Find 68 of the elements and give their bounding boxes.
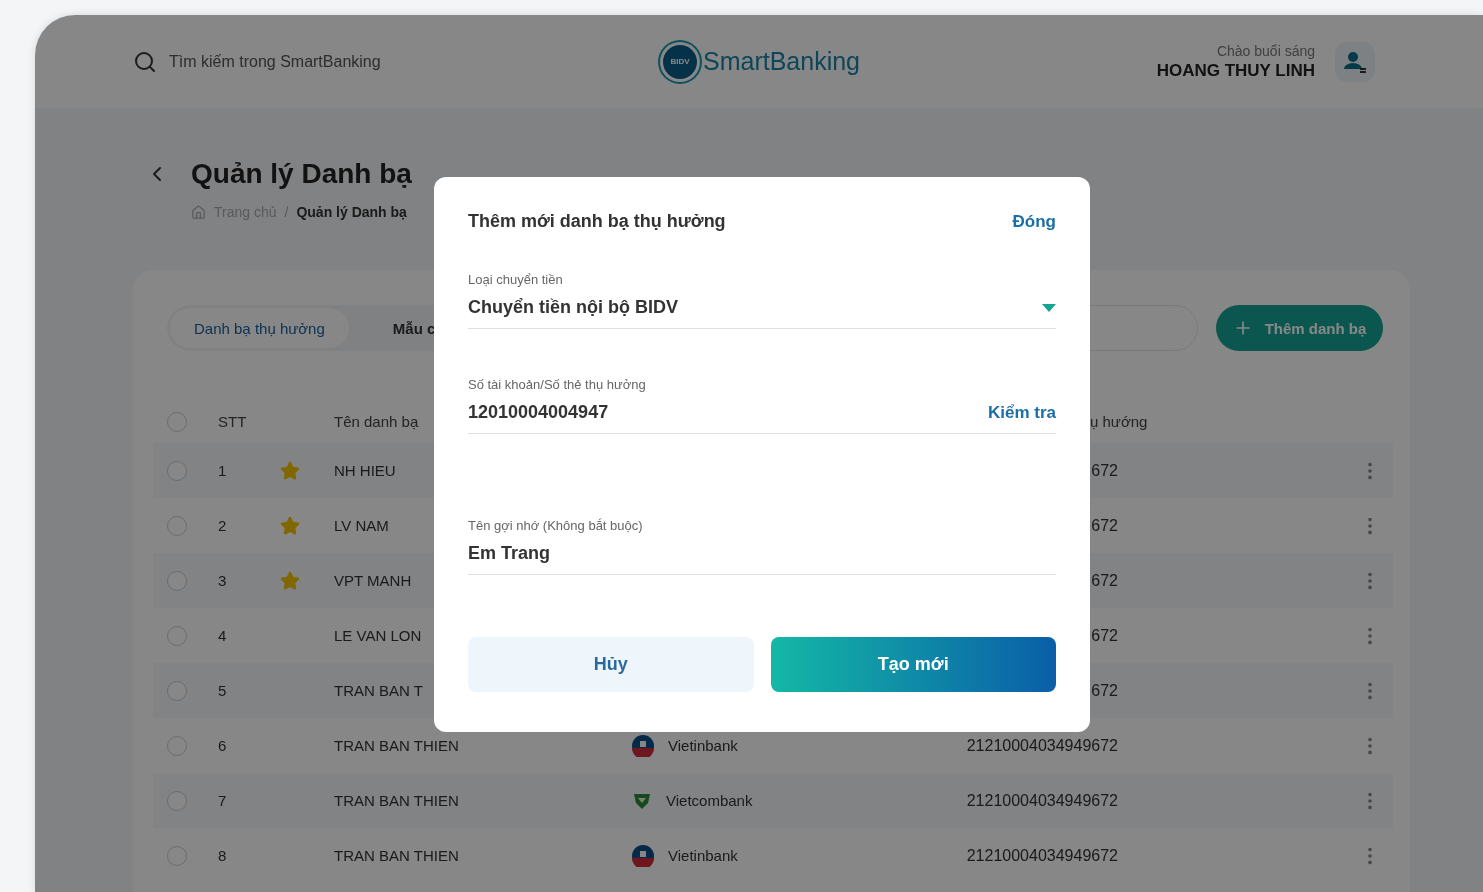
table-cell: 3 [218, 572, 227, 589]
row-checkbox[interactable] [167, 735, 187, 756]
table-cell: Vietinbank [668, 737, 738, 754]
check-link[interactable]: Kiểm tra [987, 402, 1056, 423]
table-cell: 21210004034949672 [966, 736, 1118, 755]
table-cell: 672 [1091, 626, 1118, 645]
table-cell: TRAN BAN THIEN [334, 792, 459, 809]
field-label: Số tài khoản/Số thẻ thụ hưởng [468, 377, 647, 392]
table-cell: 1 [218, 462, 227, 479]
table-cell: TRAN BAN THIEN [334, 737, 459, 754]
round-logo-icon [632, 734, 654, 757]
star-icon[interactable] [280, 570, 300, 591]
field-label: Tên gợi nhớ (Không bắt buộc) [468, 518, 644, 533]
table-cell: Vietinbank [668, 847, 738, 864]
round-logo-icon [632, 844, 654, 867]
greeting: Chào buổi sáng [1216, 42, 1315, 59]
star-icon[interactable] [280, 460, 300, 481]
row-checkbox[interactable] [167, 680, 187, 701]
breadcrumb-separator: / [284, 204, 289, 220]
input-field[interactable]: Em Trang [468, 543, 888, 564]
table-cell: 4 [218, 627, 227, 644]
table-cell: VPT MANH [334, 572, 412, 589]
table-cell: 672 [1091, 571, 1118, 590]
column-header: ụ hướng [1090, 413, 1148, 430]
field-label: Loại chuyển tiền [468, 272, 564, 287]
table-cell: 672 [1091, 461, 1118, 480]
logo-text: SmartBanking [703, 47, 861, 76]
user-avatar[interactable] [1335, 41, 1375, 82]
cancel-button[interactable]: Hủy [468, 637, 754, 692]
page-title: Quản lý Danh bạ [191, 158, 412, 190]
input-field[interactable]: 12010004004947 [468, 402, 888, 423]
row-checkbox[interactable] [167, 845, 187, 866]
dialog-title: Thêm mới danh bạ thụ hưởng [468, 211, 726, 232]
column-header: STT [218, 413, 247, 430]
table-cell: LV NAM [334, 517, 389, 534]
table-cell: 672 [1091, 516, 1118, 535]
table-cell: 6 [218, 737, 227, 754]
table-cell: TRAN BAN THIEN [334, 847, 459, 864]
user-name: HOANG THUY LINH [1156, 60, 1315, 81]
row-checkbox[interactable] [167, 460, 187, 481]
row-checkbox[interactable] [167, 515, 187, 536]
select-all-checkbox[interactable] [167, 411, 187, 432]
search-icon[interactable] [133, 49, 157, 74]
table-cell: 5 [218, 682, 227, 699]
row-checkbox[interactable] [167, 625, 187, 646]
table-cell: NH HIEU [334, 462, 396, 479]
user-icon [1344, 50, 1366, 73]
breadcrumb-link[interactable]: Quản lý Danh bạ [296, 204, 407, 220]
column-header: Tên danh bạ [334, 413, 419, 430]
table-cell: 672 [1091, 681, 1118, 700]
table-cell: 8 [218, 847, 227, 864]
home-icon [191, 204, 206, 220]
table-cell: 21210004034949672 [966, 791, 1118, 810]
dropdown-caret-icon[interactable] [1042, 303, 1056, 312]
tab[interactable]: Danh bạ thụ hưởng [170, 308, 349, 348]
input-field[interactable]: Chuyển tiền nội bộ BIDV [468, 297, 888, 318]
table-cell: 7 [218, 792, 227, 809]
row-checkbox[interactable] [167, 790, 187, 811]
table-cell: 21210004034949672 [966, 846, 1118, 865]
row-checkbox[interactable] [167, 570, 187, 591]
table-cell: 2 [218, 517, 227, 534]
table-cell: LE VAN LON [334, 627, 422, 644]
star-icon[interactable] [280, 515, 300, 536]
table-cell: TRAN BAN T [334, 682, 423, 699]
create-button[interactable]: Tạo mới [770, 637, 1056, 692]
close-link[interactable]: Đóng [1012, 211, 1056, 232]
table-cell: Vietcombank [666, 792, 753, 809]
search-field[interactable]: Tìm kiếm trong SmartBanking [169, 52, 429, 71]
